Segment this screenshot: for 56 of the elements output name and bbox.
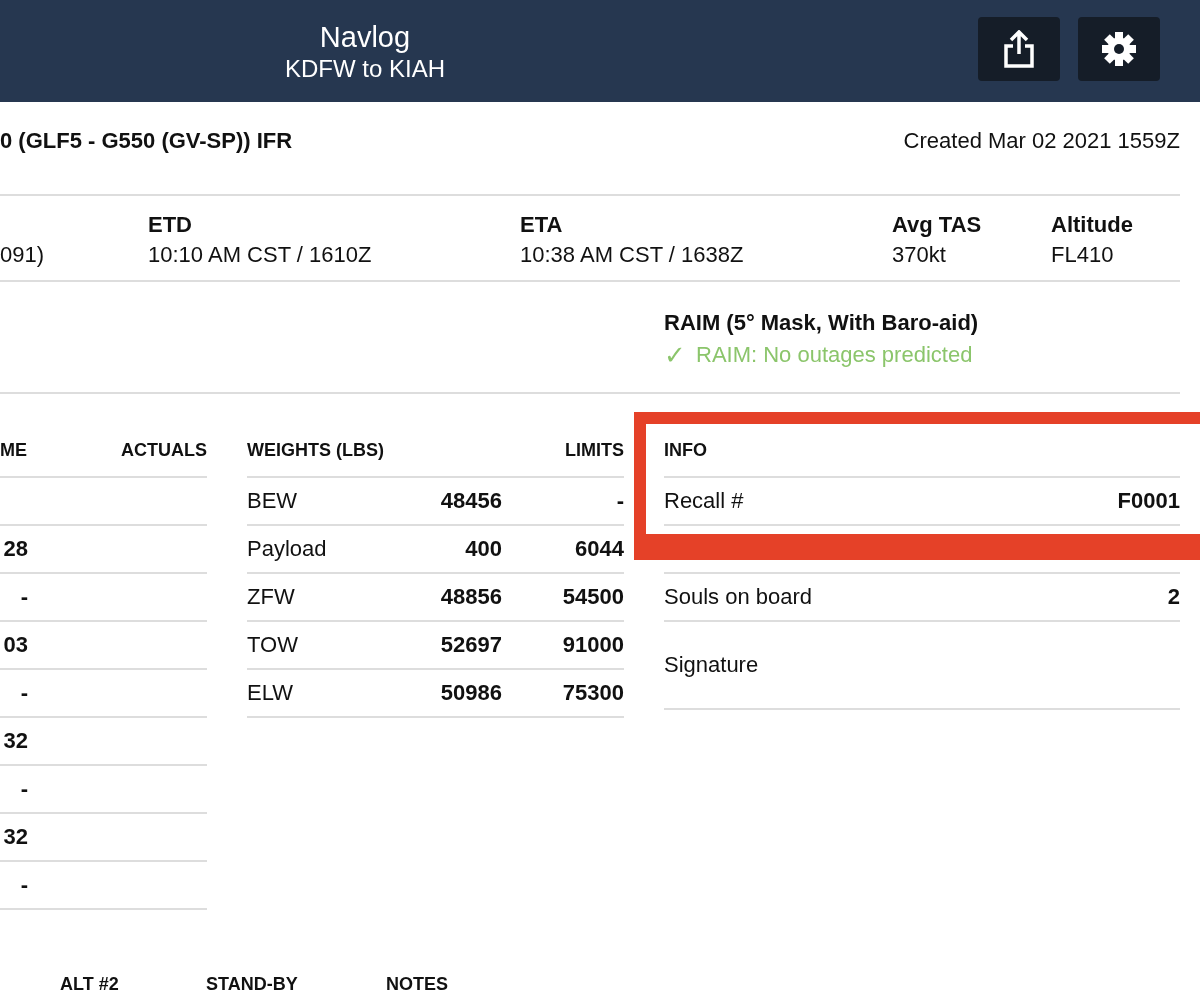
table-cell-text: ELW [247,680,295,706]
info-value: 091) [0,241,46,269]
column-header: INFO [664,440,707,462]
table-cell-text: 32 [2,728,28,754]
table-cell-text: 6044 [574,536,624,562]
table-cell-text: 32 [2,824,28,850]
table-cell-text: - [19,584,28,610]
raim-status: RAIM: No outages predicted [696,341,973,369]
info-label: ETA [520,211,564,239]
table-cell-text: ZFW [247,584,296,610]
info-label: Altitude [1051,211,1133,239]
column-header: STAND-BY [206,974,298,995]
check-icon: ✓ [664,338,686,372]
table-cell-text: - [19,872,28,898]
info-value: FL410 [1051,241,1115,269]
share-button[interactable] [978,17,1060,81]
table-cell: 2 [1167,584,1180,610]
table-cell-text: 50986 [439,680,502,706]
table-cell-text: Payload [247,536,328,562]
table-cell-text: - [615,488,624,514]
column-header: LIMITS [565,440,624,462]
column-header: WEIGHTS (LBS) [247,440,384,462]
column-header: ACTUALS [121,440,207,462]
aircraft-title: 0 (GLF5 - G550 (GV-SP)) IFR [0,128,293,154]
table-cell: Signature [664,652,759,678]
window-title: Navlog [318,20,412,54]
info-value: 10:38 AM CST / 1638Z [520,241,745,269]
table-cell-text: 48856 [439,584,502,610]
table-cell-text: - [19,776,28,802]
table-cell-text: BEW [247,488,299,514]
table-cell-text: 03 [2,632,28,658]
table-cell-text: 400 [464,536,502,562]
created-date: Created Mar 02 2021 1559Z [903,128,1180,154]
info-value: 10:10 AM CST / 1610Z [148,241,373,269]
raim-title: RAIM (5° Mask, With Baro-aid) [664,309,980,337]
info-label: ETD [148,211,193,239]
table-cell: Souls on board [664,584,812,610]
table-cell-text: 28 [2,536,28,562]
table-cell: Recall # [664,488,744,514]
table-cell-text: 75300 [561,680,624,706]
info-value: 370kt [892,241,947,269]
settings-icon [1101,31,1137,67]
info-label: Avg TAS [892,211,983,239]
table-cell-text: 91000 [561,632,624,658]
table-cell: F0001 [1117,488,1180,514]
table-cell-text: TOW [247,632,299,658]
table-cell-text: - [19,680,28,706]
column-header: ME [0,440,27,462]
column-header: ALT #2 [60,974,119,995]
table-cell-text: 48456 [439,488,502,514]
share-icon [1002,30,1036,68]
settings-button[interactable] [1078,17,1160,81]
route-subtitle: KDFW to KIAH [284,54,446,84]
table-cell-text: 54500 [561,584,624,610]
table-cell-text: 52697 [439,632,502,658]
column-header: NOTES [386,974,448,995]
